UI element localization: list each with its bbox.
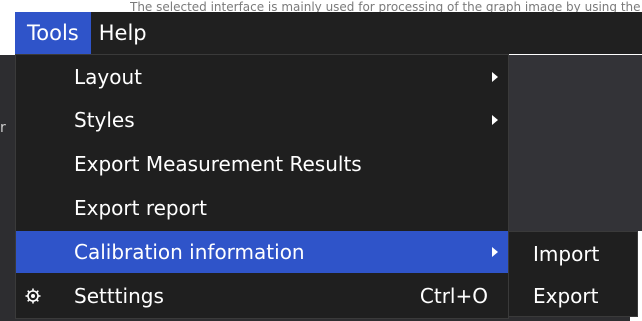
background-panel-right xyxy=(508,55,642,231)
submenu-item-label: Export xyxy=(533,284,599,308)
menu-item-layout[interactable]: Layout xyxy=(16,56,508,98)
submenu-arrow-icon xyxy=(492,247,498,257)
tools-dropdown-menu: Layout Styles Export Measurement Results… xyxy=(15,54,509,319)
menu-item-label: Styles xyxy=(74,108,135,132)
menu-item-label: Layout xyxy=(74,65,142,89)
menu-item-export-report[interactable]: Export report xyxy=(16,187,508,229)
menu-item-label: Calibration information xyxy=(74,240,305,264)
menu-item-label: Setttings xyxy=(74,284,164,308)
submenu-arrow-icon xyxy=(492,72,498,82)
menu-item-calibration-information[interactable]: Calibration information xyxy=(16,231,508,273)
submenu-item-export[interactable]: Export xyxy=(509,275,637,317)
menu-item-shortcut: Ctrl+O xyxy=(419,284,488,308)
menubar-help[interactable]: Help xyxy=(91,12,155,54)
calibration-submenu: Import Export xyxy=(508,231,638,317)
menu-item-styles[interactable]: Styles xyxy=(16,99,508,141)
menubar-tools-label: Tools xyxy=(27,21,79,45)
menu-item-settings[interactable]: Setttings Ctrl+O xyxy=(16,275,508,317)
submenu-item-import[interactable]: Import xyxy=(509,233,637,275)
background-caption-text: The selected interface is mainly used fo… xyxy=(130,0,641,12)
background-left-text: r xyxy=(0,120,6,136)
menubar-help-label: Help xyxy=(98,21,147,45)
menu-item-export-measurement-results[interactable]: Export Measurement Results xyxy=(16,143,508,185)
submenu-arrow-icon xyxy=(492,115,498,125)
menu-item-label: Export Measurement Results xyxy=(74,152,362,176)
menu-item-label: Export report xyxy=(74,196,207,220)
gear-icon xyxy=(25,288,41,304)
submenu-item-label: Import xyxy=(533,242,600,266)
menubar: Tools Help xyxy=(15,12,642,54)
menubar-tools[interactable]: Tools xyxy=(15,12,91,54)
